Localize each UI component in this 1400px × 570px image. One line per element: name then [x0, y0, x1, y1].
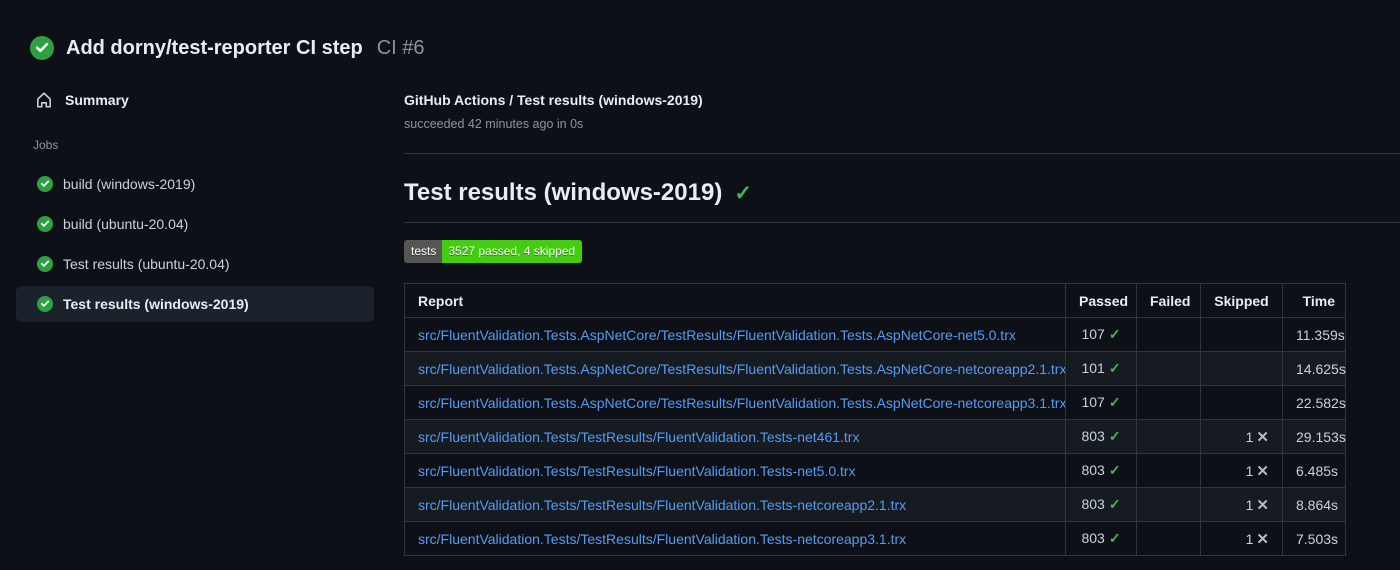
skip-x-icon: ✕	[1256, 530, 1269, 548]
failed-cell	[1136, 487, 1201, 522]
report-link[interactable]: src/FluentValidation.Tests.AspNetCore/Te…	[418, 395, 1065, 411]
table-row: src/FluentValidation.Tests/TestResults/F…	[404, 487, 1346, 522]
badge-label: tests	[404, 240, 443, 263]
table-row: src/FluentValidation.Tests/TestResults/F…	[404, 521, 1346, 556]
job-item-label: build (ubuntu-20.04)	[63, 216, 189, 232]
skipped-cell	[1200, 385, 1283, 420]
main-content: GitHub Actions / Test results (windows-2…	[390, 66, 1400, 556]
report-cell: src/FluentValidation.Tests.AspNetCore/Te…	[404, 317, 1066, 352]
tests-badge: tests 3527 passed, 4 skipped	[404, 240, 583, 263]
report-link[interactable]: src/FluentValidation.Tests.AspNetCore/Te…	[418, 361, 1065, 377]
pass-check-icon: ✓	[1108, 360, 1121, 376]
check-circle-icon	[37, 176, 53, 192]
skip-x-icon: ✕	[1256, 462, 1269, 480]
jobs-section-label: Jobs	[33, 138, 59, 152]
passed-cell: 101 ✓	[1065, 351, 1137, 386]
check-circle-icon	[37, 256, 53, 272]
check-circle-icon	[37, 216, 53, 232]
check-circle-icon	[37, 296, 53, 312]
sidebar-job-item[interactable]: Test results (ubuntu-20.04)	[16, 246, 374, 282]
check-breadcrumb: GitHub Actions / Test results (windows-2…	[404, 92, 703, 108]
passed-cell: 803 ✓	[1065, 487, 1137, 522]
time-cell: 22.582s	[1282, 385, 1346, 420]
passed-cell: 803 ✓	[1065, 419, 1137, 454]
table-header-row: Report Passed Failed Skipped Time	[404, 283, 1346, 318]
time-cell: 6.485s	[1282, 453, 1346, 488]
column-header-skipped: Skipped	[1200, 283, 1283, 318]
skip-x-icon: ✕	[1256, 496, 1269, 514]
report-cell: src/FluentValidation.Tests.AspNetCore/Te…	[404, 385, 1066, 420]
time-cell: 7.503s	[1282, 521, 1346, 556]
report-link[interactable]: src/FluentValidation.Tests/TestResults/F…	[418, 429, 859, 445]
sidebar: Summary Jobs build (windows-2019) build (…	[0, 66, 390, 326]
report-link[interactable]: src/FluentValidation.Tests.AspNetCore/Te…	[418, 327, 1016, 343]
failed-cell	[1136, 317, 1201, 352]
skip-x-icon: ✕	[1256, 428, 1269, 446]
time-cell: 8.864s	[1282, 487, 1346, 522]
sidebar-summary-label: Summary	[65, 92, 129, 108]
passed-cell: 107 ✓	[1065, 317, 1137, 352]
skipped-cell: 1 ✕	[1200, 419, 1283, 454]
report-cell: src/FluentValidation.Tests/TestResults/F…	[404, 419, 1066, 454]
job-item-label: Test results (ubuntu-20.04)	[63, 256, 230, 272]
time-cell: 29.153s	[1282, 419, 1346, 454]
report-cell: src/FluentValidation.Tests.AspNetCore/Te…	[404, 351, 1066, 386]
report-cell: src/FluentValidation.Tests/TestResults/F…	[404, 521, 1066, 556]
check-circle-icon	[30, 36, 54, 60]
column-header-report: Report	[404, 283, 1066, 318]
page-title: Test results (windows-2019)	[404, 179, 723, 206]
pass-check-icon: ✓	[1108, 462, 1121, 478]
passed-cell: 107 ✓	[1065, 385, 1137, 420]
home-icon	[35, 91, 53, 109]
skipped-cell: 1 ✕	[1200, 487, 1283, 522]
check-heading: Test results (windows-2019) ✓	[404, 179, 1400, 223]
sidebar-job-item[interactable]: Test results (windows-2019)	[16, 286, 374, 322]
report-link[interactable]: src/FluentValidation.Tests/TestResults/F…	[418, 463, 856, 479]
table-row: src/FluentValidation.Tests/TestResults/F…	[404, 419, 1346, 454]
pass-check-icon: ✓	[1108, 326, 1121, 342]
table-row: src/FluentValidation.Tests.AspNetCore/Te…	[404, 351, 1346, 386]
jobs-list: build (windows-2019) build (ubuntu-20.04)…	[0, 166, 390, 322]
skipped-cell	[1200, 351, 1283, 386]
sidebar-job-item[interactable]: build (ubuntu-20.04)	[16, 206, 374, 242]
skipped-cell: 1 ✕	[1200, 453, 1283, 488]
failed-cell	[1136, 419, 1201, 454]
job-item-label: Test results (windows-2019)	[63, 296, 249, 312]
failed-cell	[1136, 385, 1201, 420]
badge-value: 3527 passed, 4 skipped	[442, 240, 583, 263]
test-results-table: Report Passed Failed Skipped Time src/Fl…	[404, 283, 1346, 556]
table-row: src/FluentValidation.Tests.AspNetCore/Te…	[404, 385, 1346, 420]
pass-check-icon: ✓	[1108, 530, 1121, 546]
column-header-time: Time	[1282, 283, 1346, 318]
skipped-cell: 1 ✕	[1200, 521, 1283, 556]
pass-check-icon: ✓	[1108, 394, 1121, 410]
failed-cell	[1136, 521, 1201, 556]
passed-cell: 803 ✓	[1065, 453, 1137, 488]
report-link[interactable]: src/FluentValidation.Tests/TestResults/F…	[418, 497, 906, 513]
failed-cell	[1136, 453, 1201, 488]
time-cell: 14.625s	[1282, 351, 1346, 386]
time-cell: 11.359s	[1282, 317, 1346, 352]
run-number: CI #6	[376, 36, 425, 59]
heading-check-icon: ✓	[734, 181, 752, 205]
table-row: src/FluentValidation.Tests.AspNetCore/Te…	[404, 317, 1346, 352]
skipped-cell	[1200, 317, 1283, 352]
job-item-label: build (windows-2019)	[63, 176, 196, 192]
report-link[interactable]: src/FluentValidation.Tests/TestResults/F…	[418, 531, 906, 547]
column-header-passed: Passed	[1065, 283, 1137, 318]
pass-check-icon: ✓	[1108, 428, 1121, 444]
failed-cell	[1136, 351, 1201, 386]
run-title: Add dorny/test-reporter CI step	[66, 36, 363, 59]
run-header: Add dorny/test-reporter CI step CI #6	[0, 0, 1400, 66]
divider	[404, 153, 1400, 154]
column-header-failed: Failed	[1136, 283, 1201, 318]
sidebar-item-summary[interactable]: Summary	[0, 82, 390, 118]
pass-check-icon: ✓	[1108, 496, 1121, 512]
report-cell: src/FluentValidation.Tests/TestResults/F…	[404, 453, 1066, 488]
table-row: src/FluentValidation.Tests/TestResults/F…	[404, 453, 1346, 488]
status-line: succeeded 42 minutes ago in 0s	[404, 117, 584, 131]
sidebar-job-item[interactable]: build (windows-2019)	[16, 166, 374, 202]
passed-cell: 803 ✓	[1065, 521, 1137, 556]
report-cell: src/FluentValidation.Tests/TestResults/F…	[404, 487, 1066, 522]
